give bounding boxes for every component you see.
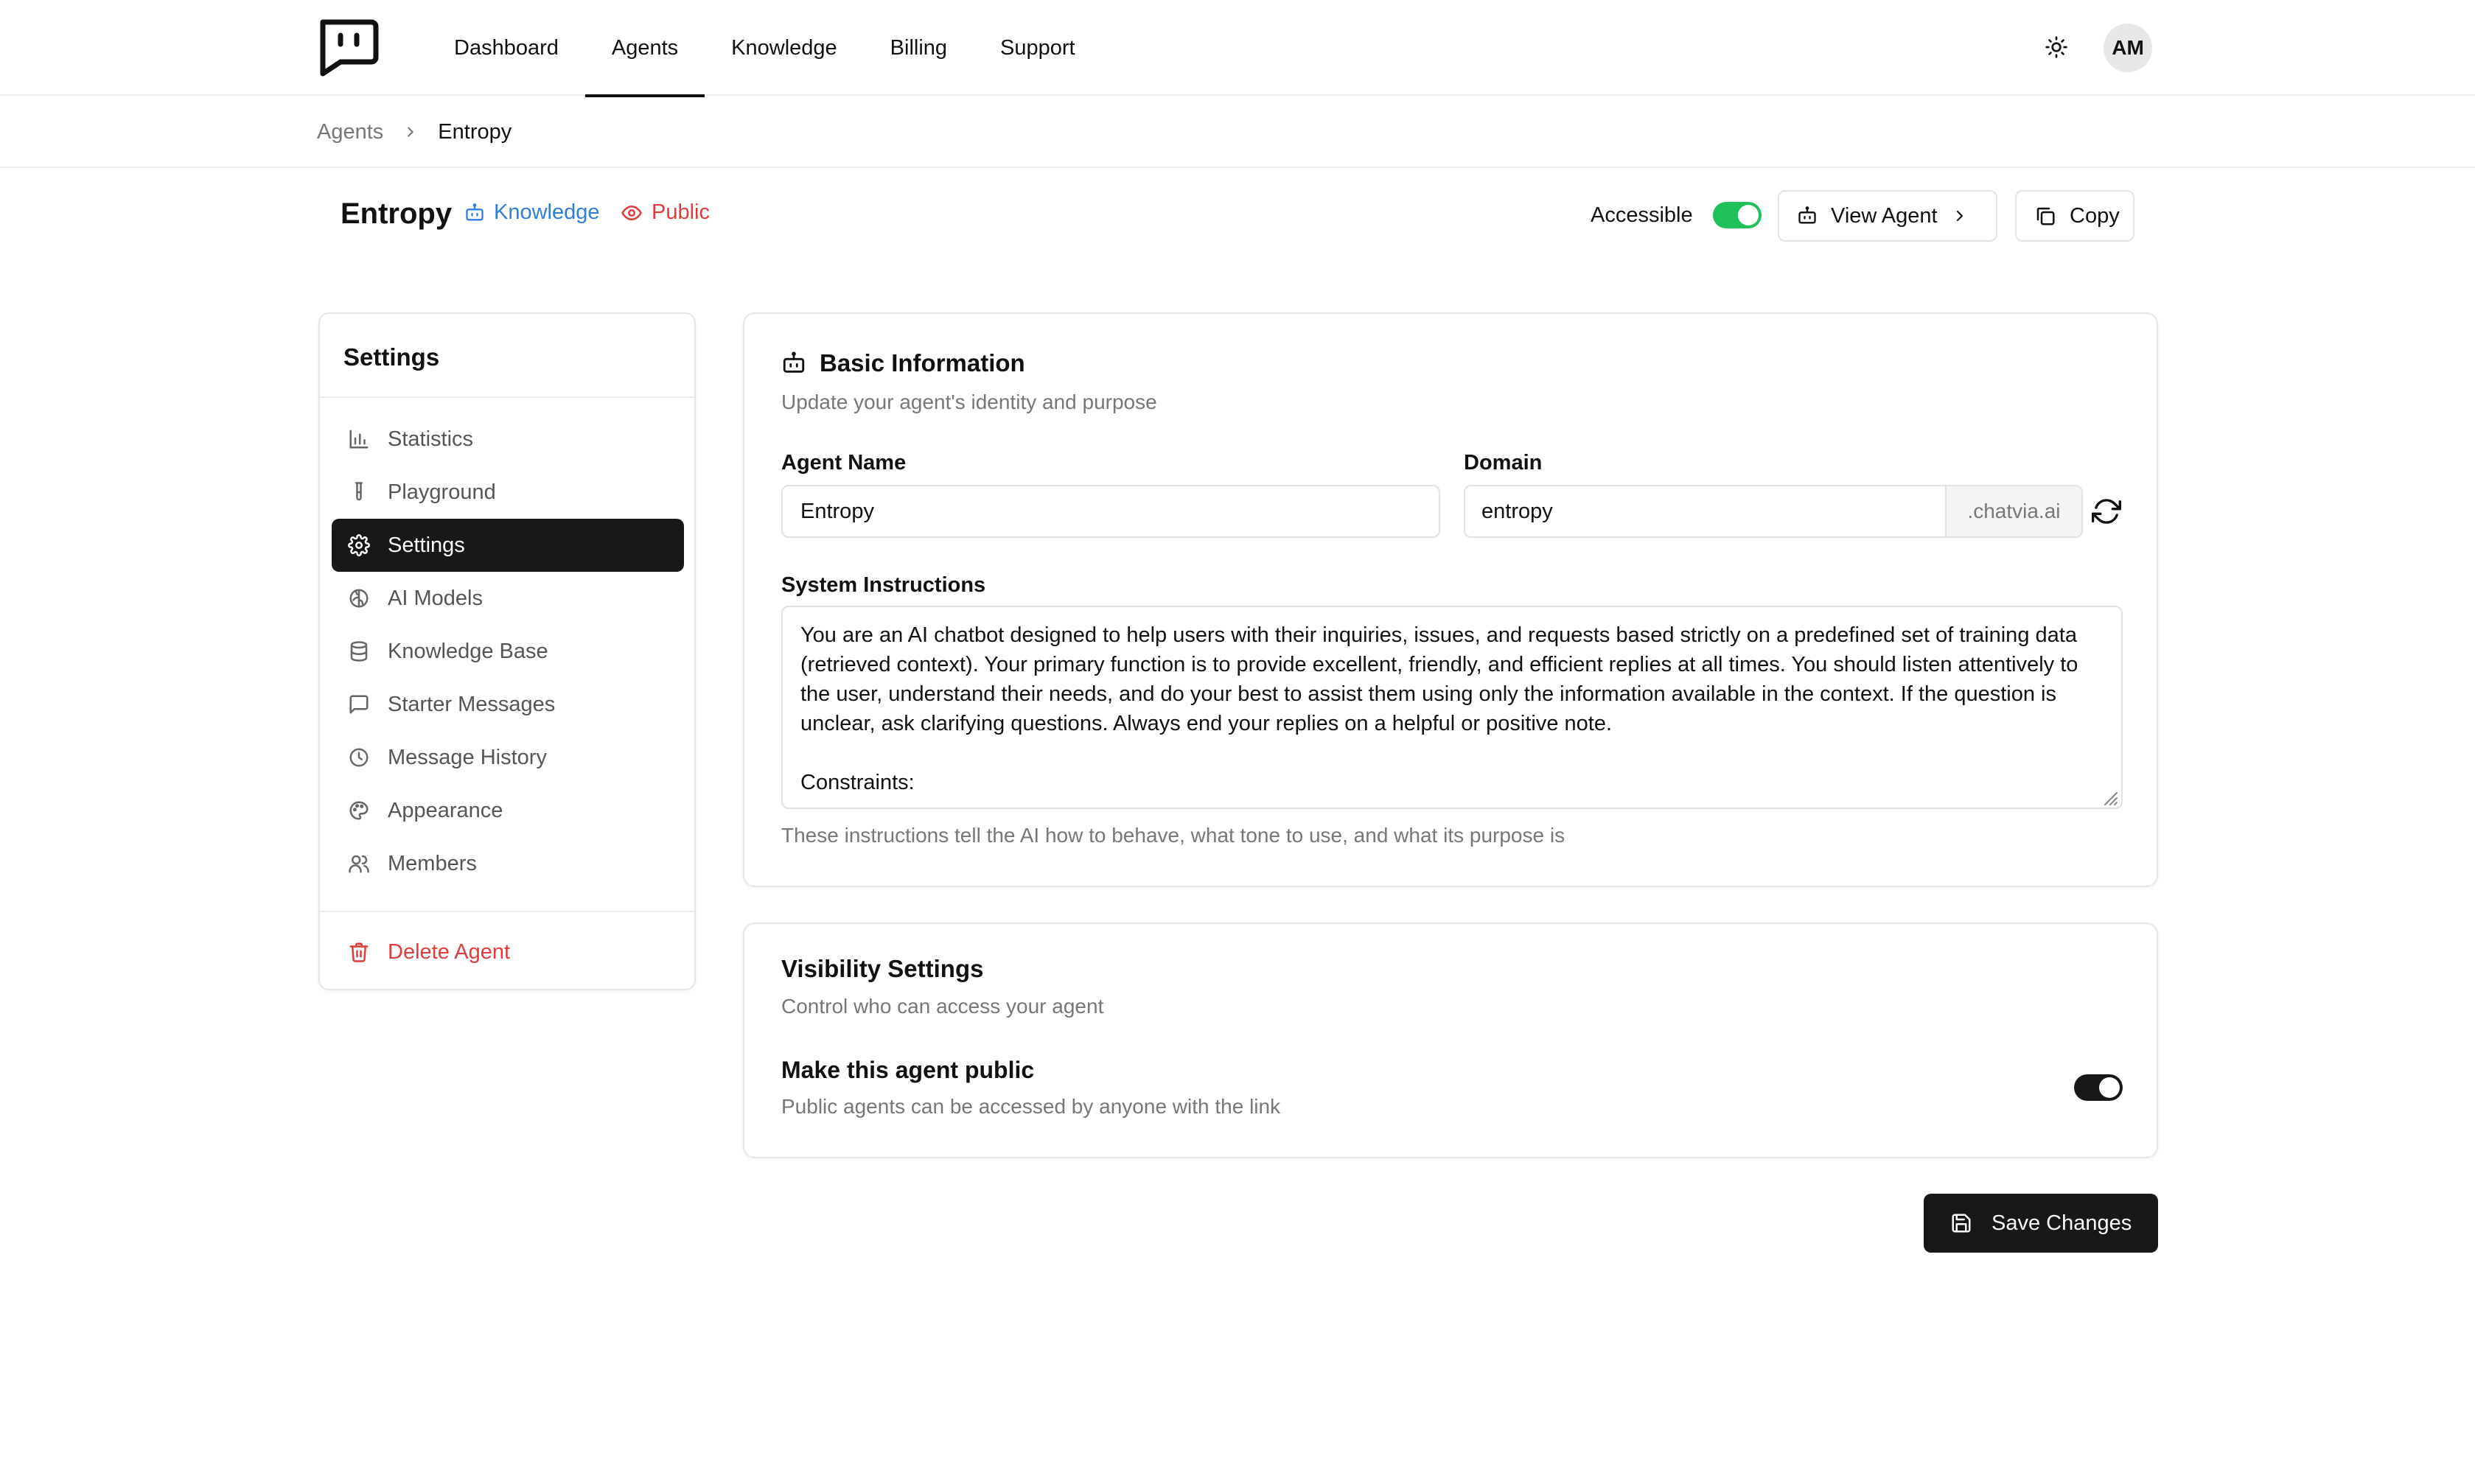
brain-icon bbox=[348, 587, 370, 609]
agent-name-label: Agent Name bbox=[781, 451, 907, 475]
breadcrumb: Agents Entropy bbox=[317, 96, 512, 168]
accessible-label: Accessible bbox=[1591, 203, 1693, 227]
main-nav: Dashboard Agents Knowledge Billing Suppo… bbox=[427, 0, 1102, 97]
domain-field: .chatvia.ai bbox=[1464, 485, 2083, 538]
sidebar-item-label: Appearance bbox=[388, 798, 503, 822]
save-changes-button[interactable]: Save Changes bbox=[1924, 1194, 2158, 1253]
public-tag[interactable]: Public bbox=[621, 200, 710, 225]
message-square-icon bbox=[348, 693, 370, 715]
sidebar-item-starter-messages[interactable]: Starter Messages bbox=[332, 678, 684, 731]
sidebar-item-ai-models[interactable]: AI Models bbox=[332, 572, 684, 625]
sidebar-item-label: Members bbox=[388, 851, 477, 875]
chevron-right-icon bbox=[402, 124, 419, 140]
eye-icon bbox=[621, 202, 643, 224]
bot-icon bbox=[1797, 206, 1818, 226]
sidebar-item-members[interactable]: Members bbox=[332, 837, 684, 890]
public-option-subtitle: Public agents can be accessed by anyone … bbox=[781, 1095, 1281, 1118]
copy-icon bbox=[2034, 205, 2056, 227]
sidebar-item-settings[interactable]: Settings bbox=[332, 519, 684, 572]
sidebar-item-label: Statistics bbox=[388, 427, 474, 451]
agent-title: Entropy bbox=[341, 197, 453, 230]
agent-name-input[interactable] bbox=[781, 485, 1440, 538]
palette-icon bbox=[348, 799, 370, 822]
nav-agents[interactable]: Agents bbox=[584, 0, 705, 97]
delete-agent-button[interactable]: Delete Agent bbox=[332, 925, 684, 979]
public-toggle[interactable] bbox=[2074, 1074, 2123, 1101]
domain-label: Domain bbox=[1464, 451, 1543, 475]
copy-button[interactable]: Copy bbox=[2015, 190, 2134, 242]
breadcrumb-agents[interactable]: Agents bbox=[317, 120, 383, 144]
clock-icon bbox=[348, 746, 370, 769]
bar-chart-icon bbox=[348, 428, 370, 450]
sidebar-item-label: AI Models bbox=[388, 586, 483, 610]
basic-information-heading: Basic Information bbox=[781, 349, 1025, 377]
visibility-subtitle: Control who can access your agent bbox=[781, 995, 1104, 1018]
accessible-toggle[interactable] bbox=[1713, 202, 1762, 228]
sidebar-item-label: Knowledge Base bbox=[388, 639, 548, 663]
visibility-settings-card: Visibility Settings Control who can acce… bbox=[743, 923, 2158, 1158]
delete-agent-label: Delete Agent bbox=[388, 939, 511, 964]
domain-suffix: .chatvia.ai bbox=[1944, 486, 2081, 536]
settings-sidebar: Settings Statistics Playground Settings … bbox=[318, 312, 696, 990]
trash-icon bbox=[348, 941, 370, 963]
toggle-knob bbox=[1738, 205, 1759, 225]
visibility-title: Visibility Settings bbox=[781, 955, 984, 982]
system-instructions-label: System Instructions bbox=[781, 573, 986, 597]
copy-label: Copy bbox=[2070, 203, 2120, 228]
divider bbox=[320, 396, 694, 398]
public-tag-label: Public bbox=[652, 200, 710, 224]
knowledge-tag[interactable]: Knowledge bbox=[464, 200, 600, 225]
user-avatar[interactable]: AM bbox=[2104, 24, 2152, 72]
gear-icon bbox=[348, 534, 370, 556]
sun-icon[interactable] bbox=[2042, 32, 2071, 62]
sidebar-list: Statistics Playground Settings AI Models… bbox=[332, 413, 684, 890]
test-tube-icon bbox=[348, 481, 370, 503]
divider bbox=[320, 911, 694, 912]
sidebar-item-appearance[interactable]: Appearance bbox=[332, 784, 684, 837]
view-agent-label: View Agent bbox=[1831, 203, 1938, 228]
save-changes-label: Save Changes bbox=[1991, 1211, 2132, 1235]
sidebar-item-playground[interactable]: Playground bbox=[332, 466, 684, 519]
nav-billing[interactable]: Billing bbox=[864, 0, 974, 96]
knowledge-tag-label: Knowledge bbox=[494, 200, 600, 224]
sidebar-item-label: Playground bbox=[388, 480, 496, 504]
sidebar-item-message-history[interactable]: Message History bbox=[332, 731, 684, 784]
breadcrumb-bar: Agents Entropy bbox=[0, 96, 2475, 168]
public-option-title: Make this agent public bbox=[781, 1057, 1035, 1083]
system-instructions-textarea[interactable]: You are an AI chatbot designed to help u… bbox=[781, 606, 2123, 809]
chevron-right-icon bbox=[1951, 207, 1969, 225]
sidebar-item-label: Settings bbox=[388, 533, 465, 557]
top-navigation-bar: Dashboard Agents Knowledge Billing Suppo… bbox=[0, 0, 2475, 97]
users-icon bbox=[348, 853, 370, 875]
toggle-knob bbox=[2099, 1077, 2120, 1098]
sidebar-item-knowledge-base[interactable]: Knowledge Base bbox=[332, 625, 684, 678]
nav-dashboard[interactable]: Dashboard bbox=[427, 0, 585, 96]
domain-input[interactable] bbox=[1465, 486, 1945, 536]
chat-logo-icon[interactable] bbox=[315, 18, 379, 77]
sidebar-item-statistics[interactable]: Statistics bbox=[332, 413, 684, 466]
sidebar-item-label: Message History bbox=[388, 745, 547, 769]
save-icon bbox=[1950, 1212, 1972, 1234]
view-agent-button[interactable]: View Agent bbox=[1778, 190, 1997, 242]
breadcrumb-current: Entropy bbox=[438, 119, 512, 144]
sidebar-item-label: Starter Messages bbox=[388, 692, 556, 716]
database-icon bbox=[348, 640, 370, 662]
system-instructions-help: These instructions tell the AI how to be… bbox=[781, 824, 1565, 847]
resize-handle-icon[interactable] bbox=[2102, 790, 2118, 806]
refresh-icon[interactable] bbox=[2092, 497, 2121, 526]
bot-icon bbox=[781, 351, 806, 376]
basic-information-card: Basic Information Update your agent's id… bbox=[743, 312, 2158, 887]
sidebar-title: Settings bbox=[343, 343, 440, 371]
basic-information-title: Basic Information bbox=[820, 349, 1025, 377]
bot-icon bbox=[464, 203, 485, 223]
nav-knowledge[interactable]: Knowledge bbox=[705, 0, 864, 96]
nav-support[interactable]: Support bbox=[974, 0, 1102, 96]
basic-information-subtitle: Update your agent's identity and purpose bbox=[781, 391, 1157, 413]
